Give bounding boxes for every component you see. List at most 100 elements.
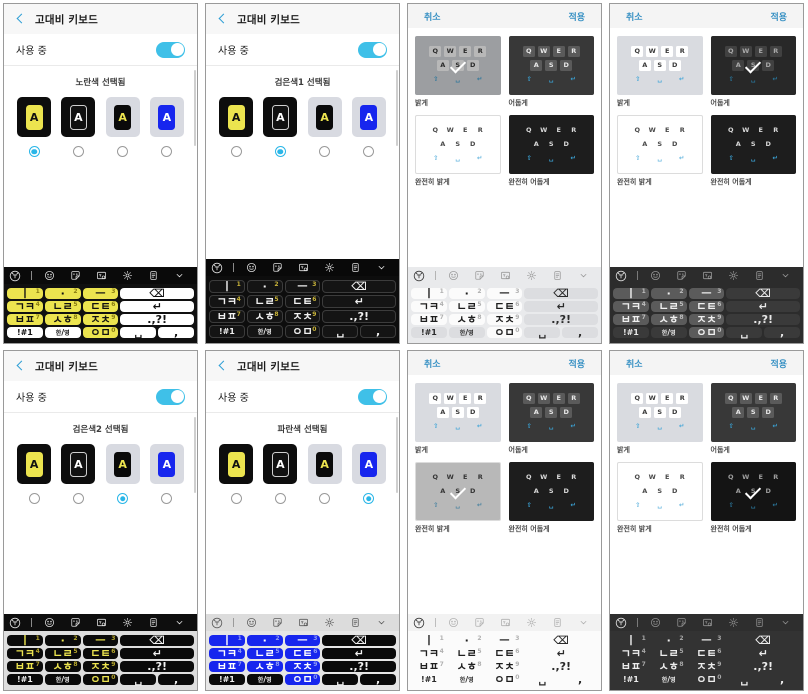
onscreen-keyboard[interactable]: 1 ㅣ 2 · 3 ㅡ ⌫ 4 ㄱㅋ 5 ㄴㄹ 6 ㄷㅌ ↵ 7 ㅂㅍ 8 ㅅㅎ 9 ㅈㅊ.,?! !#1 한/영 0 ㅇㅁ ␣…	[4, 265, 197, 343]
gif-icon[interactable]	[695, 270, 721, 281]
using-toggle[interactable]	[358, 41, 387, 58]
key-13[interactable]: 한/영	[44, 674, 81, 685]
key-11[interactable]: .,?!	[322, 310, 396, 323]
key-5[interactable]: 5 ㄴㄹ	[246, 648, 283, 659]
key-5[interactable]: 5 ㄴㄹ	[246, 295, 283, 308]
theme-option-1[interactable]: Q W E R A S D ⇧ ␣ ↵ 어둡게	[710, 383, 796, 455]
onscreen-keyboard[interactable]: 1 ㅣ 2 · 3 ㅡ ⌫ 4 ㄱㅋ 5 ㄴㄹ 6 ㄷㅌ ↵ 7 ㅂㅍ 8 ㅅㅎ 9 ㅈㅊ.,?! !#1 한/영 0 ㅇㅁ ␣…	[408, 612, 601, 690]
theme-thumbnail[interactable]: Q W E R A S D ⇧ ␣ ↵	[710, 383, 796, 442]
theme-thumbnail[interactable]: Q W E R A S D ⇧ ␣ ↵	[710, 36, 796, 95]
samsung-keyboard-icon[interactable]	[413, 270, 433, 282]
theme-option-0[interactable]: Q W E R A S D ⇧ ␣ ↵ 밝게	[415, 383, 501, 455]
gif-icon[interactable]	[89, 617, 115, 628]
theme-option-2[interactable]: Q W E R A S D ⇧ ␣ ↵ 완전히 밝게	[617, 115, 703, 187]
key-16[interactable]: ,	[562, 327, 598, 338]
cancel-button[interactable]: 취소	[626, 357, 643, 370]
samsung-keyboard-icon[interactable]	[9, 270, 29, 282]
key-12[interactable]: !#1	[411, 327, 447, 338]
sticker-icon[interactable]	[467, 617, 493, 628]
key-13[interactable]: 한/영	[44, 327, 81, 338]
key-0[interactable]: 1ㅣ	[7, 288, 43, 299]
cancel-button[interactable]: 취소	[626, 10, 643, 23]
chevron-down-icon[interactable]	[368, 262, 394, 273]
key-8[interactable]: 7 ㅂㅍ	[411, 661, 447, 672]
chevron-down-icon[interactable]	[166, 270, 192, 281]
using-row[interactable]: 사용 중	[4, 381, 197, 413]
key-5[interactable]: 5 ㄴㄹ	[650, 301, 687, 312]
key-8[interactable]: 7 ㅂㅍ	[613, 314, 649, 325]
cancel-button[interactable]: 취소	[424, 357, 441, 370]
onscreen-keyboard[interactable]: 1 ㅣ 2 · 3 ㅡ ⌫ 4 ㄱㅋ 5 ㄴㄹ 6 ㄷㅌ ↵ 7 ㅂㅍ 8 ㅅㅎ 9 ㅈㅊ.,?! !#1 한/영 0 ㅇㅁ ␣…	[206, 612, 399, 690]
theme-radio-3[interactable]	[363, 146, 375, 157]
key-8[interactable]: 7 ㅂㅍ	[7, 314, 43, 325]
key-13[interactable]: 한/영	[246, 674, 283, 685]
onscreen-keyboard[interactable]: 1 ㅣ 2 · 3 ㅡ ⌫ 4 ㄱㅋ 5 ㄴㄹ 6 ㄷㅌ ↵ 7 ㅂㅍ 8 ㅅㅎ 9 ㅈㅊ.,?! !#1 한/영 0 ㅇㅁ ␣…	[4, 612, 197, 690]
key-7[interactable]: ↵	[726, 648, 800, 659]
key-12[interactable]: !#1	[7, 327, 43, 338]
samsung-keyboard-icon[interactable]	[615, 270, 635, 282]
key-14[interactable]: 0 ㅇㅁ	[82, 674, 119, 685]
using-toggle[interactable]	[156, 41, 185, 58]
key-12[interactable]: !#1	[7, 674, 43, 685]
key-3[interactable]: ⌫	[322, 280, 396, 293]
keyboard-keys[interactable]: 1 ㅣ 2 · 3 ㅡ ⌫ 4 ㄱㅋ 5 ㄴㄹ 6 ㄷㅌ ↵ 7 ㅂㅍ 8 ㅅㅎ 9 ㅈㅊ.,?! !#1 한/영 0 ㅇㅁ ␣…	[610, 631, 803, 690]
gif-icon[interactable]	[493, 270, 519, 281]
back-chevron-icon[interactable]	[215, 359, 229, 373]
key-9[interactable]: 8 ㅅㅎ	[44, 314, 81, 325]
theme-thumbnail[interactable]: Q W E R A S D ⇧ ␣ ↵	[710, 462, 796, 521]
chevron-down-icon[interactable]	[368, 617, 394, 628]
key-1[interactable]: 2 ·	[246, 280, 283, 293]
gear-icon[interactable]	[316, 617, 342, 628]
onscreen-keyboard[interactable]: 1 ㅣ 2 · 3 ㅡ ⌫ 4 ㄱㅋ 5 ㄴㄹ 6 ㄷㅌ ↵ 7 ㅂㅍ 8 ㅅㅎ 9 ㅈㅊ.,?! !#1 한/영 0 ㅇㅁ ␣…	[610, 612, 803, 690]
theme-swatch-0[interactable]: A	[216, 444, 256, 504]
key-5[interactable]: 5 ㄴㄹ	[651, 648, 687, 659]
clipboard-icon[interactable]	[140, 617, 166, 628]
key-13[interactable]: 한/영	[448, 327, 485, 338]
key-0[interactable]: 1ㅣ	[209, 280, 245, 293]
theme-radio-1[interactable]	[274, 146, 286, 157]
theme-swatch-1[interactable]: A	[58, 444, 98, 504]
keyboard-toolbar[interactable]	[4, 614, 197, 631]
theme-swatch-2[interactable]: A	[305, 97, 345, 157]
key-7[interactable]: ↵	[726, 301, 800, 312]
key-12[interactable]: !#1	[209, 325, 245, 338]
clipboard-icon[interactable]	[746, 270, 772, 281]
key-9[interactable]: 8 ㅅㅎ	[449, 661, 485, 672]
theme-swatch-1[interactable]: A	[260, 97, 300, 157]
apply-button[interactable]: 적용	[770, 10, 787, 23]
swatch-preview[interactable]: A	[219, 97, 254, 137]
key-0[interactable]: 1ㅣ	[411, 288, 447, 299]
key-6[interactable]: 6 ㄷㅌ	[486, 301, 523, 312]
key-6[interactable]: 6 ㄷㅌ	[284, 648, 321, 659]
gear-icon[interactable]	[518, 270, 544, 281]
key-13[interactable]: 한/영	[650, 327, 687, 338]
key-16[interactable]: ,	[158, 674, 194, 685]
key-12[interactable]: !#1	[411, 674, 447, 685]
key-5[interactable]: 5 ㄴㄹ	[44, 648, 81, 659]
emoji-icon[interactable]	[37, 617, 63, 628]
key-7[interactable]: ↵	[120, 301, 194, 312]
key-11[interactable]: .,?!	[120, 314, 194, 325]
key-1[interactable]: 2 ·	[44, 635, 81, 646]
samsung-keyboard-icon[interactable]	[615, 617, 635, 629]
key-11[interactable]: .,?!	[524, 314, 598, 325]
theme-swatch-3[interactable]: A	[147, 444, 187, 504]
theme-swatch-0[interactable]: A	[216, 97, 256, 157]
clipboard-icon[interactable]	[342, 262, 368, 273]
clipboard-icon[interactable]	[544, 617, 570, 628]
back-chevron-icon[interactable]	[13, 12, 27, 26]
key-0[interactable]: 1ㅣ	[209, 635, 245, 646]
theme-options-grid[interactable]: Q W E R A S D ⇧ ␣ ↵ 밝게 Q W E R A S D ⇧ ␣ ↵ 어둡게 Q W E R A S D ⇧ ␣ ↵ 완전히 밝…	[408, 375, 601, 612]
theme-option-1[interactable]: Q W E R A S D ⇧ ␣ ↵ 어둡게	[710, 36, 796, 108]
theme-options-grid[interactable]: Q W E R A S D ⇧ ␣ ↵ 밝게 Q W E R A S D ⇧ ␣ ↵ 어둡게 Q W E R A S D ⇧ ␣ ↵ 완전히 밝…	[610, 375, 803, 612]
theme-swatch-3[interactable]: A	[349, 97, 389, 157]
key-4[interactable]: 4 ㄱㅋ	[613, 648, 649, 659]
keyboard-toolbar[interactable]	[408, 614, 601, 631]
key-11[interactable]: .,?!	[726, 661, 800, 672]
key-5[interactable]: 5 ㄴㄹ	[448, 301, 485, 312]
theme-options-grid[interactable]: Q W E R A S D ⇧ ␣ ↵ 밝게 Q W E R A S D ⇧ ␣ ↵ 어둡게 Q W E R A S D ⇧ ␣ ↵ 완전히 밝…	[408, 28, 601, 265]
theme-option-3[interactable]: Q W E R A S D ⇧ ␣ ↵ 완전히 어둡게	[710, 115, 796, 187]
chevron-down-icon[interactable]	[772, 617, 798, 628]
key-10[interactable]: 9 ㅈㅊ	[688, 314, 725, 325]
theme-radio-3[interactable]	[363, 493, 375, 504]
